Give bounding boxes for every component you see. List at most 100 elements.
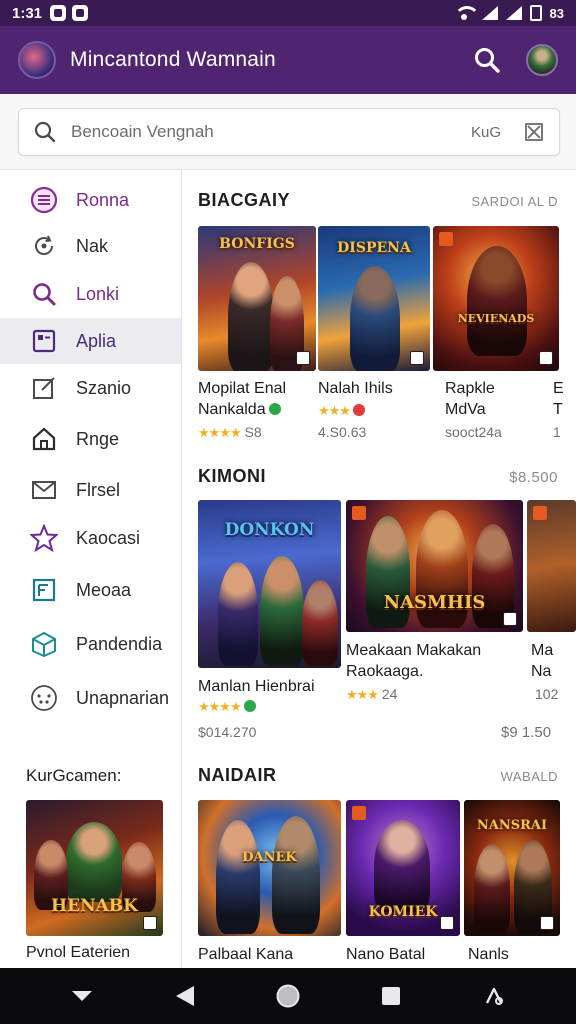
app-logo[interactable] [18,41,56,79]
section-see-all[interactable]: WABALD [501,769,558,784]
game-cover: BONFIGS [198,226,316,371]
corner-icon [296,351,310,365]
game-subtitle: Na [531,663,552,680]
sidebar-item-lonki[interactable]: Lonki [0,270,181,318]
game-title: Mopilat Enal [198,380,287,397]
sidebar-item-label: Nak [76,235,109,256]
app-actions [470,43,558,77]
game-card[interactable]: KOMIEK Nano Batal [346,800,460,968]
avatar[interactable] [526,44,558,76]
game-title: Nanls [468,946,509,963]
section-header: BIACGAIY SARDOI AL D [198,190,558,211]
mail-icon [30,476,58,504]
sidebar-item-unapnarian[interactable]: Unapnarian [0,670,181,726]
game-cover: NEVIENADS [433,226,559,371]
clear-icon[interactable] [523,121,545,143]
game-card-partial[interactable]: Ma Na 102 [527,500,576,750]
signal-icon-2 [505,6,522,20]
main-content: BIACGAIY SARDOI AL D BONFIGS Mopilat Ena… [183,170,576,968]
game-title: Nano Batal [346,946,426,963]
sidebar-item-flrsel[interactable]: Flrsel [0,466,181,514]
sidebar-item-label: Unapnarian [76,687,170,708]
status-icons: 83 [453,5,564,21]
sidebar: Ronna Nak Lonki Aplia Szanio Rnge Flrsel… [0,170,182,968]
game-subtitle-text: Nankalda [198,401,266,418]
back-button[interactable] [165,976,205,1016]
section-header: NAIDAIR WABALD [198,765,558,786]
collapse-button[interactable] [62,976,102,1016]
sidebar-item-meoaa[interactable]: Meoaa [0,562,181,618]
recents-icon [382,987,401,1005]
game-card[interactable]: BONFIGS Mopilat Enal Nankalda ★★★★ S8 [198,226,316,446]
app-title: Mincantond Wamnain [70,48,276,71]
search-button[interactable] [470,43,504,77]
game-subtitle: Nankalda [198,399,281,420]
edit-icon [30,374,58,402]
search-input[interactable] [71,122,471,142]
game-rating-row: ★★★ 24 [346,686,397,703]
rotate-button[interactable] [474,976,514,1016]
corner-icon [410,351,424,365]
corner-icon [540,916,554,930]
featured-game-card[interactable]: HENABK [26,800,163,936]
sidebar-item-szanio[interactable]: Szanio [0,364,181,412]
game-rating-row: ★★★★ S8 [198,424,262,441]
home-button[interactable] [268,976,308,1016]
game-cover: DONKON [198,500,341,668]
sidebar-item-label: Ronna [76,189,130,210]
sidebar-item-label: Kaocasi [76,527,141,548]
section-header: KIMONI $8.500 [198,466,558,487]
game-subtitle: T [553,401,563,418]
corner-icon [440,916,454,930]
section-title: KIMONI [198,466,266,486]
sidebar-item-nak[interactable]: Nak [0,222,181,270]
sidebar-item-label: Aplia [76,330,117,351]
game-price: 102 [535,686,559,702]
search-box[interactable]: KuG [18,108,560,156]
sidebar-item-aplia[interactable]: Aplia [0,318,181,364]
apps-icon [30,327,58,355]
menu-circle-icon [30,186,58,214]
rating-stars: ★★★ [318,403,351,418]
rating-stars: ★★★★ [198,425,242,440]
game-title: Palbaal Kana [198,946,294,963]
book-icon [30,576,58,604]
section-title: BIACGAIY [198,190,291,210]
game-card[interactable]: DANEK Palbaal Kana [198,800,341,968]
game-cover: NANSRAI [464,800,560,936]
badge-icon [352,404,365,416]
sidebar-item-kaocasi[interactable]: Kaocasi [0,514,181,562]
game-subtitle: MdVa [445,401,486,418]
game-card[interactable]: NEVIENADS Rapkle MdVa sooct24a [433,226,559,446]
signal-icon [481,6,498,20]
game-logo: NEVIENADS [457,312,535,325]
featured-game-title: Pvnol Eaterien [26,944,131,961]
game-card[interactable]: DONKON Manlan Hienbrai ★★★★ $014.270 [198,500,341,750]
game-card[interactable]: NASMHIS Meakaan Makakan Raokaaga. ★★★ 24 [346,500,523,750]
section-title: NAIDAIR [198,765,277,785]
game-price: sooct24a [445,424,502,440]
sidebar-item-rnge[interactable]: Rnge [0,412,181,466]
sidebar-heading: KurGcamen: [26,766,122,785]
corner-icon [533,506,547,520]
refresh-icon [30,232,58,260]
game-card-partial[interactable]: E T 1 [553,378,573,448]
sidebar-item-pandendia[interactable]: Pandendia [0,618,181,670]
status-bar: 1:31 83 [0,0,576,26]
game-card[interactable]: NANSRAI Nanls [464,800,560,968]
recents-button[interactable] [371,976,411,1016]
section-see-all[interactable]: SARDOI AL D [471,194,558,209]
sidebar-item-label: Pandendia [76,633,163,654]
game-card[interactable]: DISPENA Nalah Ihils ★★★ 4.S0.63 [318,226,430,446]
game-logo: DANEK [242,850,297,865]
app-notification-icon [72,5,89,21]
featured-game-logo: HENABK [51,896,138,916]
game-title: Ma [531,642,554,659]
section-see-all[interactable]: $8.500 [509,469,558,486]
sidebar-item-label: Meoaa [76,579,132,600]
search-hint: KuG [470,123,501,141]
status-time: 1:31 [12,4,43,22]
game-title: Nalah Ihils [318,380,393,397]
rating-stars: ★★★★ [198,699,242,714]
sidebar-item-ronna[interactable]: Ronna [0,178,181,222]
